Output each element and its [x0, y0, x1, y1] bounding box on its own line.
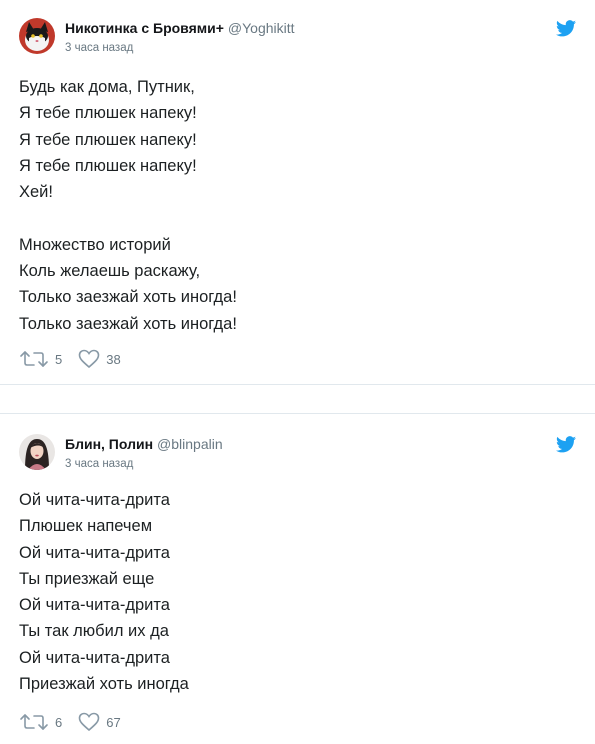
timestamp[interactable]: 3 часа назад	[65, 42, 133, 54]
retweet-icon	[20, 351, 48, 367]
avatar[interactable]	[19, 18, 55, 54]
tweet-card: Никотинка с Бровями+ @Yoghikitt 3 часа на…	[0, 0, 595, 385]
author-name[interactable]: Блин, Полин @blinpalin	[65, 436, 223, 452]
tweet-text: Будь как дома, Путник, Я тебе плюшек нап…	[19, 74, 237, 337]
tweet-line: Только заезжай хоть иногда!	[19, 314, 237, 333]
twitter-bird-icon[interactable]	[556, 20, 576, 37]
heart-icon	[78, 712, 100, 732]
twitter-bird-icon[interactable]	[556, 436, 576, 453]
heart-icon	[78, 349, 100, 369]
author-name[interactable]: Никотинка с Бровями+ @Yoghikitt	[65, 20, 295, 36]
timestamp[interactable]: 3 часа назад	[65, 458, 133, 470]
tweet-line: Коль желаешь раскажу,	[19, 262, 201, 281]
tweet-line: Только заезжай хоть иногда!	[19, 288, 237, 307]
tweet-line: Множество историй	[19, 235, 171, 254]
tweet-line: Ты приезжай еще	[19, 569, 155, 588]
like-count: 38	[106, 351, 121, 367]
tweet-line: Ты так любил их да	[19, 622, 169, 641]
retweet-count: 6	[55, 714, 63, 730]
retweet-button[interactable]: 5	[19, 349, 62, 369]
retweet-count: 5	[55, 351, 63, 367]
tweet-line: Я тебе плюшек напеку!	[19, 104, 197, 123]
tweet-actions: 5 38	[19, 349, 137, 369]
tweet-line: Ой чита-чита-дрита	[19, 596, 170, 615]
author-handle[interactable]: @blinpalin	[157, 436, 223, 452]
like-button[interactable]: 67	[78, 712, 121, 732]
like-count: 67	[106, 714, 121, 730]
tweet-line: Будь как дома, Путник,	[19, 78, 195, 96]
avatar[interactable]	[19, 434, 55, 470]
tweet-line: Плюшек напечем	[19, 517, 153, 536]
tweet-line: Я тебе плюшек напеку!	[19, 130, 197, 149]
author-name-text[interactable]: Блин, Полин	[65, 436, 153, 452]
tweet-card: Блин, Полин @blinpalin 3 часа назад Ой чи…	[0, 413, 595, 744]
tweet-line: Приезжай хоть иногда	[19, 675, 189, 694]
tweet-line	[19, 205, 237, 231]
tweet-actions: 6 67	[19, 712, 137, 732]
tweet-line: Хей!	[19, 183, 53, 202]
tweet-line: Ой чита-чита-дрита	[19, 648, 170, 667]
tweet-line: Ой чита-чита-дрита	[19, 543, 170, 562]
author-handle[interactable]: @Yoghikitt	[228, 20, 295, 36]
like-button[interactable]: 38	[78, 349, 121, 369]
retweet-button[interactable]: 6	[19, 712, 62, 732]
tweet-text: Ой чита-чита-дрита Плюшек напечем Ой чит…	[19, 487, 189, 697]
tweet-line: Я тебе плюшек напеку!	[19, 156, 197, 175]
retweet-icon	[20, 714, 48, 730]
author-name-text[interactable]: Никотинка с Бровями+	[65, 20, 224, 36]
tweet-line: Ой чита-чита-дрита	[19, 491, 170, 509]
